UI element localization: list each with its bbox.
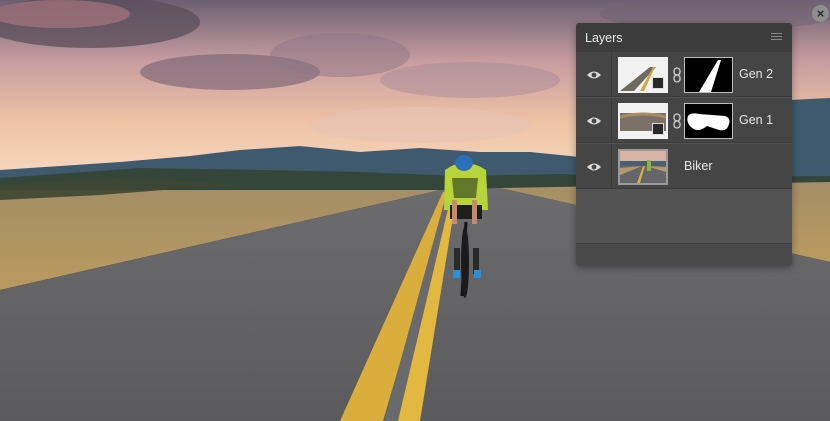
photo-canvas: × Layers Gen 2 Gen 1 Biker (0, 0, 830, 421)
chain-link-icon[interactable] (672, 67, 682, 83)
close-button[interactable]: × (812, 5, 829, 22)
layer-row-gen-1[interactable]: Gen 1 (576, 98, 792, 143)
layer-mask-thumbnail[interactable] (684, 57, 733, 93)
visibility-toggle[interactable] (576, 52, 612, 97)
visibility-toggle[interactable] (576, 144, 612, 189)
layer-name[interactable]: Gen 2 (739, 67, 773, 81)
layer-thumbnail (618, 57, 668, 93)
eye-icon (586, 71, 601, 78)
generative-badge-icon (652, 123, 664, 135)
layers-panel: Layers Gen 2 Gen 1 Biker (576, 23, 792, 266)
eye-icon (586, 163, 601, 170)
generative-badge-icon (652, 77, 664, 89)
layer-row-gen-2[interactable]: Gen 2 (576, 52, 792, 97)
layers-panel-header: Layers (576, 23, 792, 52)
layers-panel-title: Layers (585, 31, 623, 45)
layers-panel-footer (576, 243, 792, 266)
layer-row-biker[interactable]: Biker (576, 144, 792, 189)
layer-thumbnail (618, 103, 668, 139)
hamburger-menu-icon[interactable] (771, 33, 782, 42)
visibility-toggle[interactable] (576, 98, 612, 143)
layer-thumbnail (618, 149, 668, 185)
chain-link-icon[interactable] (672, 113, 682, 129)
layer-name[interactable]: Gen 1 (739, 113, 773, 127)
layer-name[interactable]: Biker (684, 159, 712, 173)
layer-mask-thumbnail[interactable] (684, 103, 733, 139)
eye-icon (586, 117, 601, 124)
